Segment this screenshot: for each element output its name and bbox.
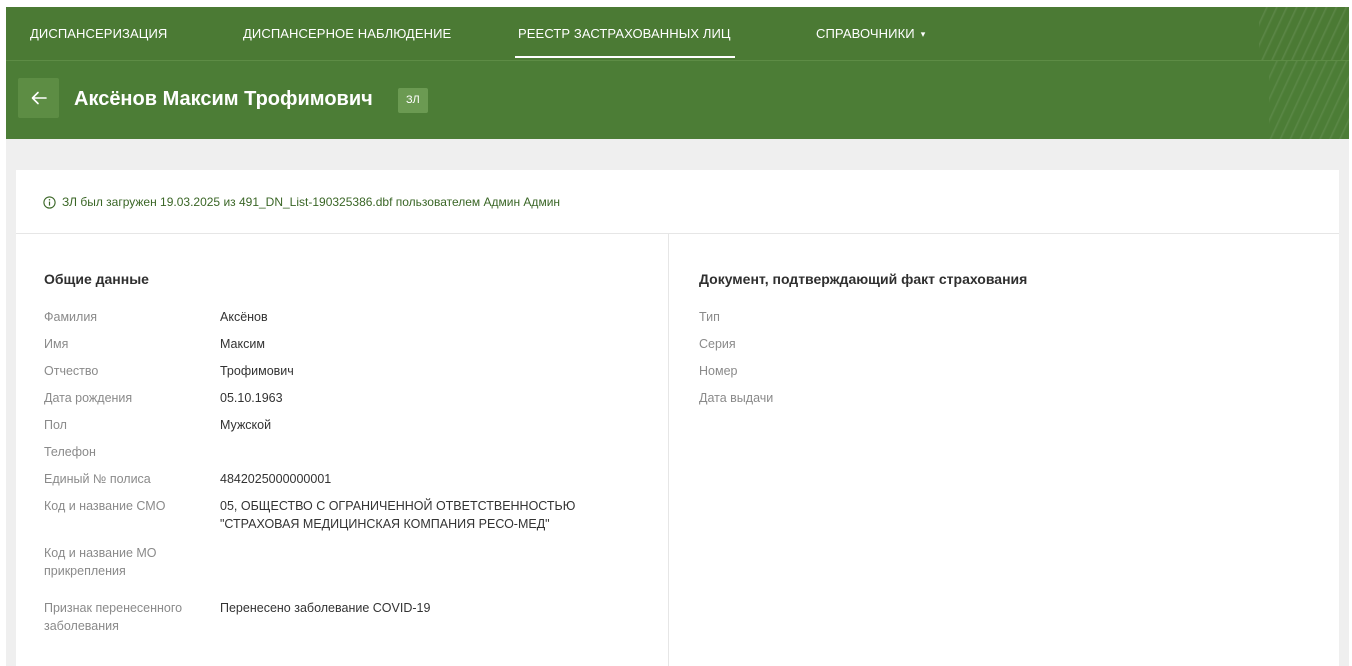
nav-item-reestr-zastrakhovannykh[interactable]: РЕЕСТР ЗАСТРАХОВАННЫХ ЛИЦ bbox=[515, 7, 735, 60]
decorative-stripes bbox=[1259, 7, 1349, 60]
field-value: 05.10.1963 bbox=[220, 391, 283, 405]
back-button[interactable] bbox=[18, 78, 59, 118]
arrow-left-icon bbox=[31, 91, 47, 105]
field-label: Номер bbox=[699, 364, 738, 378]
field-value: 4842025000000001 bbox=[220, 472, 332, 486]
upload-notice: ЗЛ был загружен 19.03.2025 из 491_DN_Lis… bbox=[16, 170, 1339, 234]
nav-item-spravochniki-dropdown[interactable]: СПРАВОЧНИКИ ▾ bbox=[816, 7, 925, 60]
column-divider bbox=[668, 234, 669, 666]
field-label: Телефон bbox=[44, 445, 96, 459]
field-label: Код и название СМО bbox=[44, 499, 166, 513]
field-value: Аксёнов bbox=[220, 310, 268, 324]
field-label-line: Признак перенесенного bbox=[44, 601, 183, 615]
top-navigation: ДИСПАНСЕРИЗАЦИЯ ДИСПАНСЕРНОЕ НАБЛЮДЕНИЕ … bbox=[6, 7, 1349, 60]
field-value: Мужской bbox=[220, 418, 272, 432]
person-type-badge: ЗЛ bbox=[398, 88, 428, 113]
field-label: Дата выдачи bbox=[699, 391, 774, 405]
section-title-insurance-document: Документ, подтверждающий факт страховани… bbox=[699, 271, 1028, 287]
nav-item-dispanserizatsiya[interactable]: ДИСПАНСЕРИЗАЦИЯ bbox=[30, 7, 167, 60]
nav-item-label: ДИСПАНСЕРНОЕ НАБЛЮДЕНИЕ bbox=[243, 26, 452, 41]
caret-down-icon: ▾ bbox=[920, 29, 926, 39]
section-title-general: Общие данные bbox=[44, 271, 149, 287]
field-label: Единый № полиса bbox=[44, 472, 151, 486]
field-label: Имя bbox=[44, 337, 69, 351]
field-label-line: заболевания bbox=[44, 619, 119, 633]
field-value-line: "СТРАХОВАЯ МЕДИЦИНСКАЯ КОМПАНИЯ РЕСО-МЕД… bbox=[220, 517, 550, 531]
field-value-line: 05, ОБЩЕСТВО С ОГРАНИЧЕННОЙ ОТВЕТСТВЕННО… bbox=[220, 499, 576, 513]
nav-item-dispansernoe-nablyudenie[interactable]: ДИСПАНСЕРНОЕ НАБЛЮДЕНИЕ bbox=[243, 7, 451, 60]
field-label: Признак перенесенного заболевания bbox=[44, 599, 219, 635]
page-title: Аксёнов Максим Трофимович bbox=[74, 88, 373, 110]
field-label-line: прикрепления bbox=[44, 564, 126, 578]
field-label-line: Код и название МО bbox=[44, 546, 157, 560]
field-value: Перенесено заболевание COVID-19 bbox=[220, 601, 431, 615]
field-label: Серия bbox=[699, 337, 736, 351]
app-frame: ДИСПАНСЕРИЗАЦИЯ ДИСПАНСЕРНОЕ НАБЛЮДЕНИЕ … bbox=[6, 7, 1349, 666]
nav-item-label: РЕЕСТР ЗАСТРАХОВАННЫХ ЛИЦ bbox=[518, 26, 731, 41]
field-value: 05, ОБЩЕСТВО С ОГРАНИЧЕННОЙ ОТВЕТСТВЕННО… bbox=[220, 497, 640, 533]
decorative-stripes bbox=[1269, 61, 1349, 139]
nav-item-label: СПРАВОЧНИКИ bbox=[816, 26, 915, 41]
field-value: Трофимович bbox=[220, 364, 294, 378]
field-label: Тип bbox=[699, 310, 720, 324]
field-label: Фамилия bbox=[44, 310, 98, 324]
field-label: Пол bbox=[44, 418, 67, 432]
field-label: Код и название МО прикрепления bbox=[44, 544, 219, 580]
field-value: Максим bbox=[220, 337, 265, 351]
nav-item-label: ДИСПАНСЕРИЗАЦИЯ bbox=[30, 26, 168, 41]
field-label: Дата рождения bbox=[44, 391, 133, 405]
field-label: Отчество bbox=[44, 364, 99, 378]
info-circle-icon bbox=[43, 196, 56, 209]
page-header: Аксёнов Максим Трофимович ЗЛ bbox=[6, 60, 1349, 139]
upload-notice-text: ЗЛ был загружен 19.03.2025 из 491_DN_Lis… bbox=[62, 195, 561, 209]
insured-person-card: ЗЛ был загружен 19.03.2025 из 491_DN_Lis… bbox=[16, 170, 1339, 666]
